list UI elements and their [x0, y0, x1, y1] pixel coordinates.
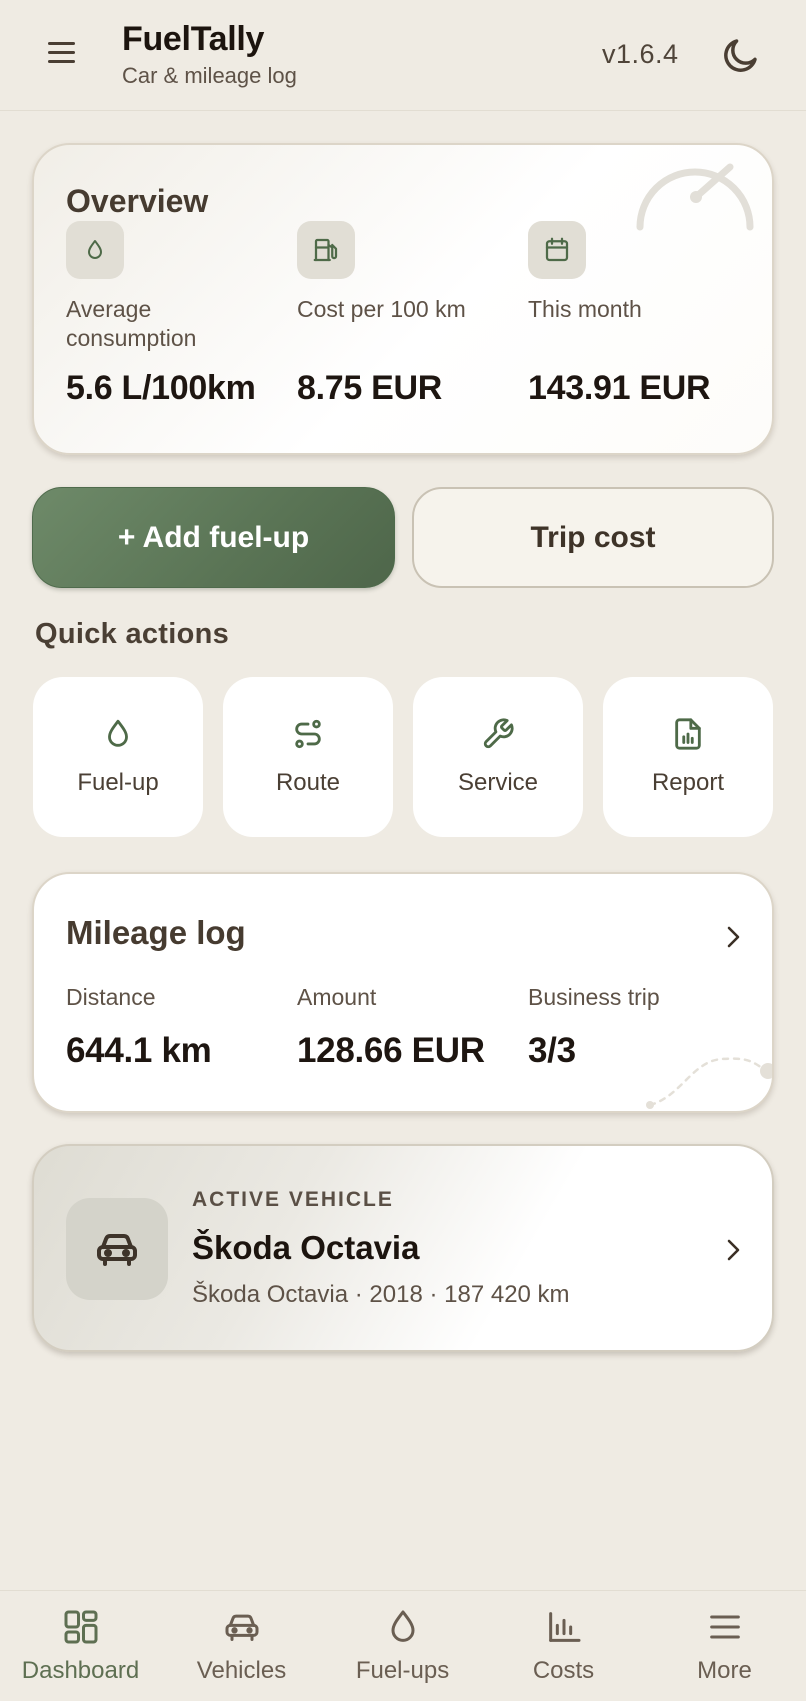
stat-value: 5.6 L/100km: [66, 369, 256, 407]
add-fuelup-button[interactable]: + Add fuel-up: [32, 487, 395, 588]
stat-value: 143.91 EUR: [528, 369, 711, 407]
mileage-distance: Distance 644.1 km: [66, 984, 212, 1071]
nav-label: Costs: [532, 1657, 595, 1684]
stat-cost-per-100km: Cost per 100 km 8.75 EUR: [297, 221, 517, 407]
nav-label: Dashboard: [21, 1657, 140, 1684]
version-label: v1.6.4: [602, 39, 679, 69]
nav-label: Vehicles: [196, 1657, 287, 1684]
mileage-label: Amount: [297, 984, 377, 1010]
nav-label: Fuel-ups: [355, 1657, 450, 1684]
mileage-label: Business trip: [528, 984, 660, 1010]
menu-icon: [709, 1615, 740, 1639]
wrench-icon: [483, 718, 514, 749]
quick-action-label: Route: [275, 769, 341, 796]
route-icon: [295, 719, 321, 749]
route-decoration-icon: [646, 1057, 772, 1109]
chevron-right-icon: [727, 1239, 740, 1261]
app-subtitle: Car & mileage log: [122, 63, 297, 88]
bottom-navigation: Dashboard Vehicles Fuel-ups Costs More: [0, 1590, 806, 1701]
dashboard-icon: [64, 1610, 97, 1644]
quick-action-report[interactable]: Report: [603, 677, 773, 837]
vehicle-details: Škoda Octavia · 2018 · 187 420 km: [192, 1281, 570, 1308]
stat-value: 8.75 EUR: [297, 369, 443, 407]
mileage-log-card[interactable]: Mileage log Distance 644.1 km Amount 128…: [32, 872, 774, 1113]
nav-costs[interactable]: Costs: [483, 1591, 644, 1701]
mileage-log-title: Mileage log: [66, 914, 246, 951]
mileage-value: 3/3: [528, 1031, 576, 1070]
moon-icon[interactable]: [720, 34, 762, 76]
app-header: FuelTally Car & mileage log v1.6.4: [0, 0, 806, 111]
nav-vehicles[interactable]: Vehicles: [161, 1591, 322, 1701]
mileage-value: 128.66 EUR: [297, 1031, 485, 1070]
mileage-label: Distance: [66, 984, 156, 1010]
quick-action-fuelup[interactable]: Fuel-up: [33, 677, 203, 837]
overview-title: Overview: [66, 183, 209, 219]
calendar-icon: [528, 221, 586, 279]
nav-label: More: [697, 1657, 752, 1684]
report-icon: [675, 718, 701, 750]
bar-chart-icon: [548, 1612, 580, 1642]
mileage-amount: Amount 128.66 EUR: [297, 984, 485, 1071]
nav-fuelups[interactable]: Fuel-ups: [322, 1591, 483, 1701]
quick-actions-title: Quick actions: [35, 618, 230, 650]
stat-this-month: This month 143.91 EUR: [528, 221, 748, 407]
trip-cost-button[interactable]: Trip cost: [412, 487, 774, 588]
vehicle-name: Škoda Octavia: [192, 1229, 420, 1266]
droplet-icon: [66, 221, 124, 279]
fuel-pump-icon: [297, 221, 355, 279]
mileage-business-trip: Business trip 3/3: [528, 984, 660, 1071]
overview-card: Overview Average consumption 5.6 L/100km…: [32, 143, 774, 455]
quick-action-label: Fuel-up: [77, 769, 159, 796]
active-vehicle-kicker: ACTIVE VEHICLE: [192, 1188, 394, 1211]
droplet-icon: [391, 1610, 414, 1642]
quick-action-route[interactable]: Route: [223, 677, 393, 837]
quick-action-label: Report: [651, 769, 725, 796]
stat-label: Average consumption: [66, 296, 197, 351]
nav-dashboard[interactable]: Dashboard: [0, 1591, 161, 1701]
mileage-value: 644.1 km: [66, 1031, 212, 1070]
car-icon: [225, 1614, 258, 1641]
app-title: FuelTally: [122, 20, 265, 58]
quick-action-service[interactable]: Service: [413, 677, 583, 837]
car-icon: [66, 1198, 168, 1300]
stat-label: This month: [528, 296, 642, 322]
hamburger-menu-icon[interactable]: [48, 42, 80, 68]
droplet-icon: [108, 719, 128, 747]
nav-more[interactable]: More: [644, 1591, 805, 1701]
quick-action-label: Service: [457, 769, 539, 796]
active-vehicle-card[interactable]: ACTIVE VEHICLE Škoda Octavia Škoda Octav…: [32, 1144, 774, 1352]
stat-label: Cost per 100 km: [297, 296, 466, 322]
stat-average-consumption: Average consumption 5.6 L/100km: [66, 221, 286, 407]
chevron-right-icon: [727, 926, 740, 948]
